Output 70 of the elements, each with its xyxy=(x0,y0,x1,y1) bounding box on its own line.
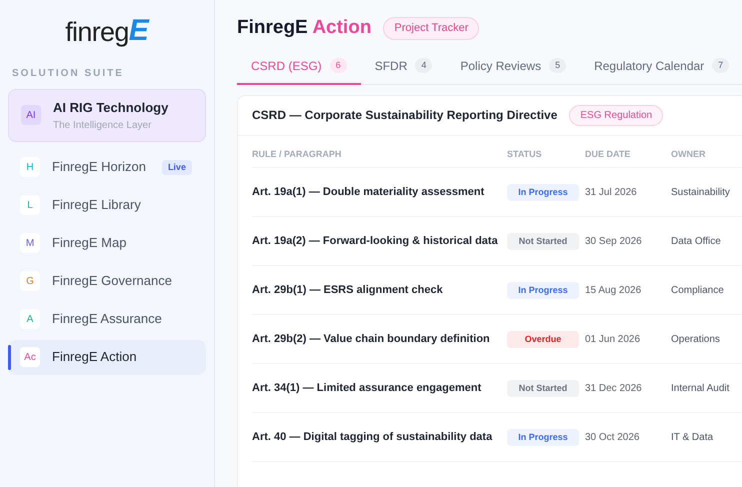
status-badge: Overdue xyxy=(507,330,579,348)
due-date: 15 Aug 2026 xyxy=(585,284,642,298)
item-label: FinregE Assurance xyxy=(52,310,162,328)
rule-text: Art. 40 — Digital tagging of sustainability data xyxy=(252,430,492,444)
status-badge: In Progress xyxy=(507,428,579,446)
sidebar-item[interactable]: G FinregE Governance xyxy=(8,264,206,298)
tab-label: Policy Reviews xyxy=(460,58,542,74)
due-date: 31 Jul 2026 xyxy=(585,186,637,200)
sidebar-item[interactable]: A FinregE Assurance xyxy=(8,302,206,336)
rule-text: Art. 34(1) — Limited assurance engagement xyxy=(252,380,482,396)
due-date: 01 Jun 2026 xyxy=(585,332,640,346)
tab-count: 5 xyxy=(549,58,566,73)
sidebar-item[interactable]: H FinregE Horizon Live xyxy=(8,150,206,184)
logo-mark: E xyxy=(128,16,149,46)
featured-title: AI RIG Technology xyxy=(53,99,168,117)
logo-text: finreg xyxy=(65,19,129,46)
tab-count: 6 xyxy=(330,58,347,73)
featured-card[interactable]: AI AI RIG Technology The Intelligence Layer xyxy=(8,89,206,142)
tab[interactable]: SFDR 4 xyxy=(360,56,446,84)
due-date: 31 Dec 2026 xyxy=(585,382,642,396)
rule-text: Art. 29b(1) — ESRS alignment check xyxy=(252,282,443,298)
column-header: DUE DATE xyxy=(585,136,671,168)
item-initial: L xyxy=(20,195,40,215)
tab-count: 4 xyxy=(415,58,432,73)
active-indicator xyxy=(8,344,11,370)
status-badge: In Progress xyxy=(507,282,579,298)
tab-count: 7 xyxy=(712,58,730,73)
due-date: 30 Sep 2026 xyxy=(585,234,642,248)
tab-label: CSRD (ESG) xyxy=(251,58,322,74)
item-initial: G xyxy=(20,271,40,291)
tab[interactable]: Regulatory Calendar 7 xyxy=(580,56,742,84)
owner: Internal Audit xyxy=(671,382,730,396)
item-initial: M xyxy=(20,233,40,253)
category-tag: ESG Regulation xyxy=(569,104,664,126)
rule-text: Art. 19a(2) — Forward-looking & historical data xyxy=(252,234,498,248)
item-label: FinregE Action xyxy=(52,348,137,366)
item-initial: H xyxy=(20,157,40,177)
tab-label: Regulatory Calendar xyxy=(594,58,704,74)
column-header: OWNER xyxy=(671,136,742,168)
item-label: FinregE Horizon xyxy=(52,158,146,176)
status-badge: In Progress xyxy=(507,184,579,200)
owner: IT & Data xyxy=(671,430,714,444)
item-label: FinregE Map xyxy=(52,234,126,252)
item-initial: Ac xyxy=(20,347,40,367)
sidebar-item[interactable]: Ac FinregE Action xyxy=(8,340,206,374)
due-date: 30 Oct 2026 xyxy=(585,430,640,444)
column-header: RULE / PARAGRAPH xyxy=(252,136,507,168)
tab[interactable]: Policy Reviews 5 xyxy=(446,56,580,84)
rule-text: Art. 29b(2) — Value chain boundary definition xyxy=(252,332,490,346)
item-label: FinregE Library xyxy=(52,196,141,214)
status-badge: Not Started xyxy=(507,232,579,250)
page-badge: Project Tracker xyxy=(383,17,480,40)
page-title: FinregE Action xyxy=(237,16,372,40)
owner: Operations xyxy=(671,332,720,346)
owner: Data Office xyxy=(671,234,721,248)
ai-badge: AI xyxy=(21,105,41,126)
section-label: SOLUTION SUITE xyxy=(11,67,125,81)
tab-label: SFDR xyxy=(374,58,408,74)
owner: Sustainability xyxy=(671,186,730,200)
column-header: STATUS xyxy=(507,136,585,168)
sidebar-item[interactable]: M FinregE Map xyxy=(8,226,206,260)
owner: Compliance xyxy=(671,284,724,298)
featured-subtitle: The Intelligence Layer xyxy=(53,118,152,132)
sidebar-item[interactable]: L FinregE Library xyxy=(8,188,206,222)
item-initial: A xyxy=(20,309,40,329)
card-title: CSRD — Corporate Sustainability Reporting Directive xyxy=(252,107,558,124)
live-badge: Live xyxy=(162,160,192,174)
status-badge: Not Started xyxy=(507,380,579,396)
item-label: FinregE Governance xyxy=(52,272,172,290)
rule-text: Art. 19a(1) — Double materiality assessment xyxy=(252,184,484,200)
